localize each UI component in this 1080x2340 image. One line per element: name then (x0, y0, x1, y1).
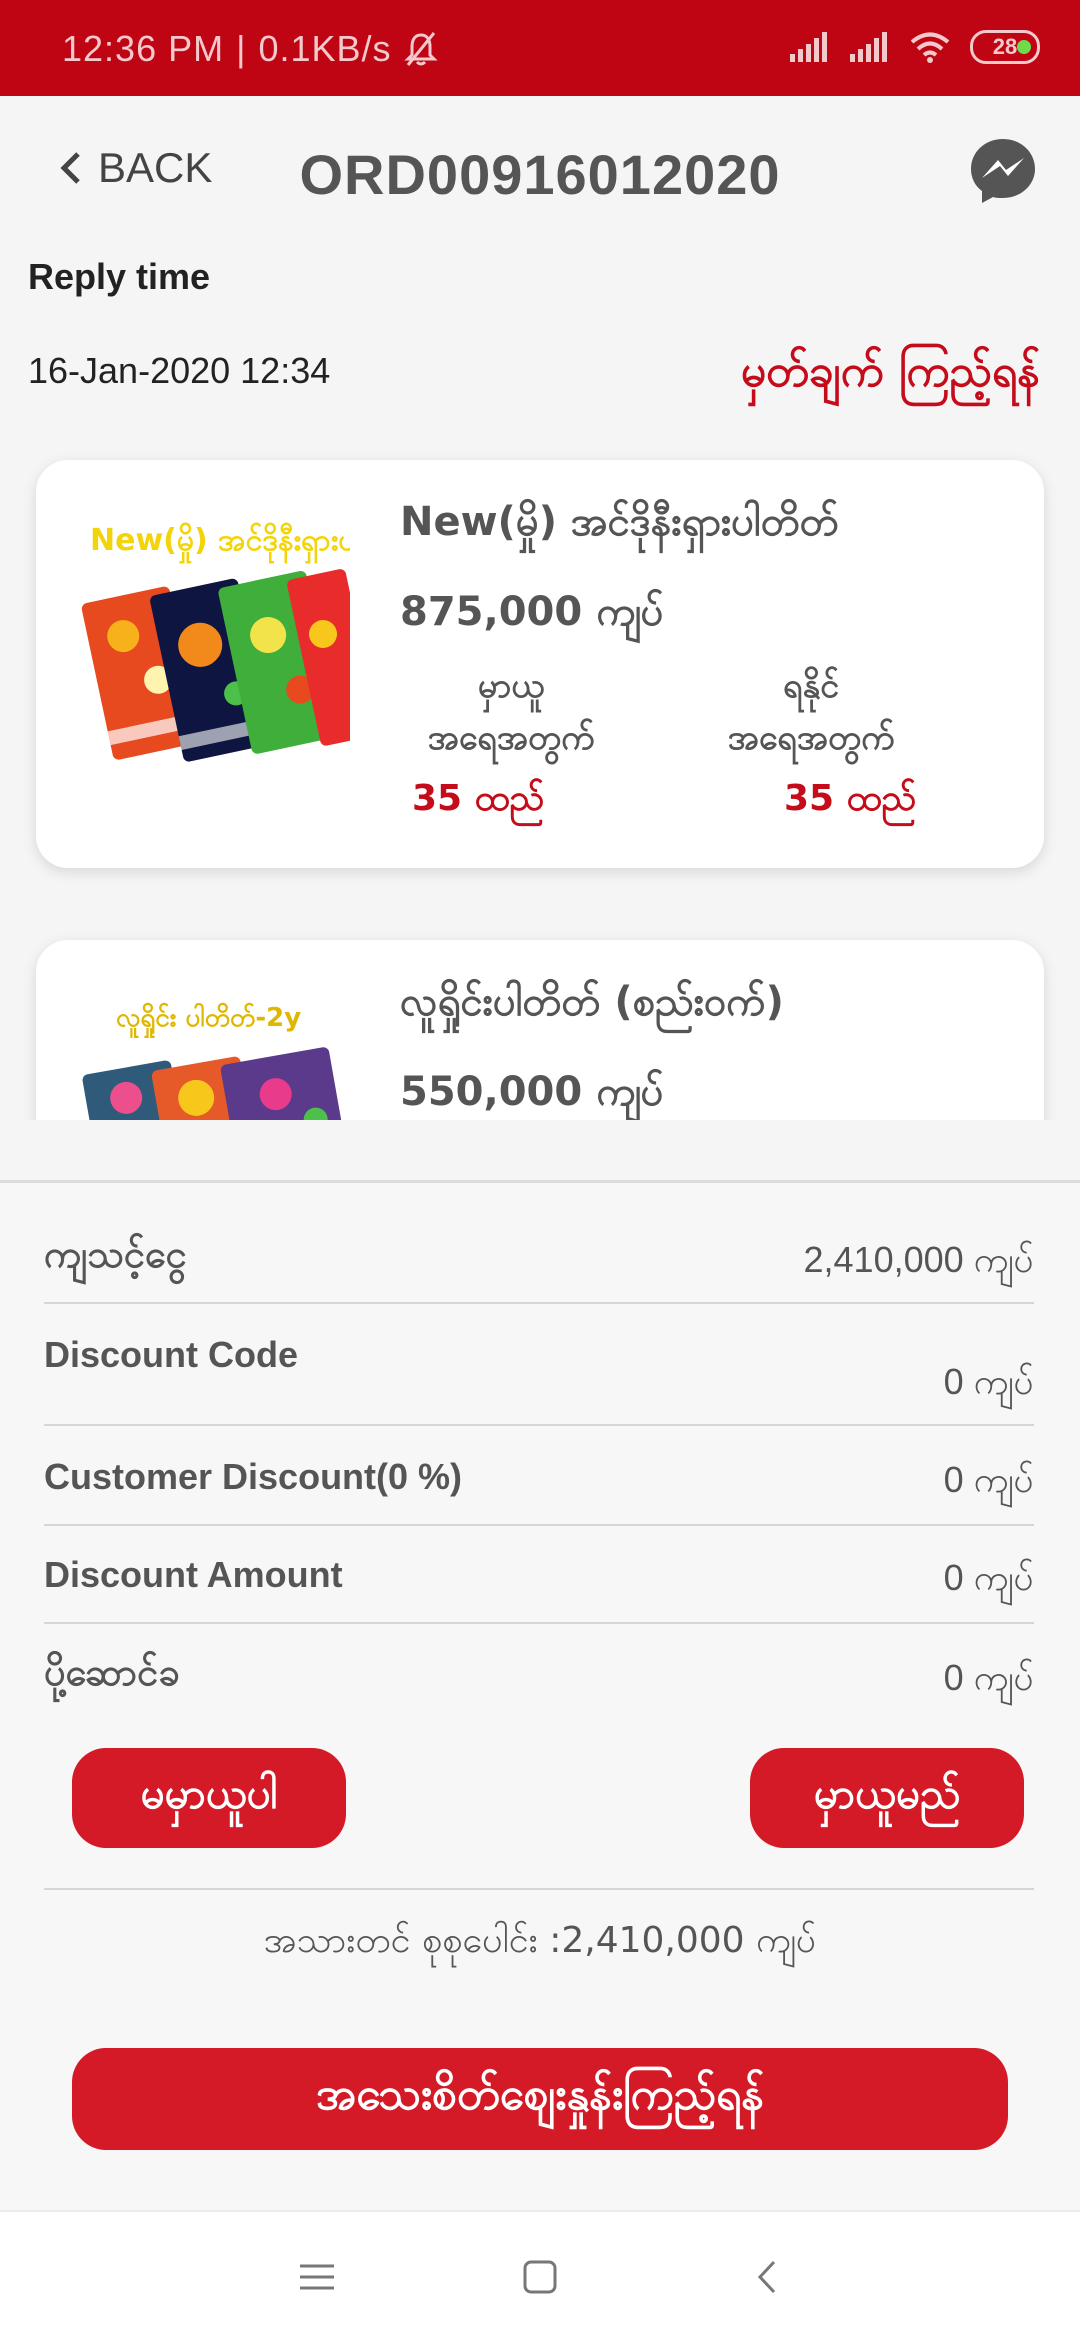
product-name: New(မှို) အင်ဒိုနီးရှားပါတိတ် (400, 499, 839, 545)
thumbnail-caption: လူရှိုင်း ပါတိတ်-2y (116, 1003, 302, 1033)
reply-datetime: 16-Jan-2020 12:34 (28, 350, 331, 391)
product-thumbnail: လူရှိုင်း ပါတိတ်-2y (76, 1000, 350, 1120)
discount-amount-value: 0 ကျပ် (943, 1557, 1034, 1598)
page-title: ORD00916012020 (299, 143, 781, 206)
home-square-icon[interactable] (515, 2252, 565, 2302)
status-time: 12:36 PM (62, 28, 225, 69)
summary-row-delivery-fee: ပို့ဆောင်ခ 0 ကျပ် (44, 1624, 1034, 1724)
ordered-label-line-2: အရေအတွက် (427, 718, 595, 758)
product-name: လူရှိုင်းပါတိတ် (စည်းဝက်) (400, 979, 784, 1025)
back-triangle-icon[interactable] (742, 2252, 792, 2302)
available-label-line-2: အရေအတွက် (727, 718, 895, 758)
ordered-quantity-label: မှာယူ အရေအတွက် (396, 660, 626, 764)
product-card[interactable]: လူရှိုင်း ပါတိတ်-2y လူရှိုင်းပါတိတ် (စည်… (36, 940, 1044, 1120)
delivery-fee-label: ပို့ဆောင်ခ (44, 1650, 180, 1694)
product-card[interactable]: New(မှို) အင်ဒိုနီးရှားပ New(မှို) အင်ဒိ… (36, 460, 1044, 868)
summary-row-discount-code: Discount Code 0 ကျပ် (44, 1304, 1034, 1426)
ordered-quantity-value: 35 ထည် (412, 778, 545, 819)
messenger-icon[interactable] (968, 136, 1038, 206)
discount-code-label: Discount Code (44, 1334, 299, 1375)
summary-row-discount-amount: Discount Amount 0 ကျပ် (44, 1526, 1034, 1624)
system-navigation-bar (0, 2210, 1080, 2340)
thumbnail-caption: New(မှို) အင်ဒိုနီးရှားပ (90, 523, 350, 558)
ordered-label-line-1: မှာယူ (477, 666, 545, 706)
customer-discount-label: Customer Discount(0 %) (44, 1456, 463, 1497)
status-separator: | (236, 28, 247, 69)
muted-bell-icon (403, 32, 438, 66)
header: BACK ORD00916012020 (0, 96, 1080, 256)
battery-level: 28 (992, 34, 1018, 59)
discount-amount-label: Discount Amount (44, 1554, 343, 1595)
summary-divider (44, 1888, 1034, 1890)
status-right: 28 (790, 30, 1040, 64)
reject-order-button[interactable]: မမှာယူပါ (72, 1748, 346, 1848)
discount-code-value: 0 ကျပ် (943, 1361, 1034, 1402)
reply-time-label: Reply time (28, 256, 211, 297)
signal-icon-1 (790, 32, 827, 62)
status-bar: 12:36 PM | 0.1KB/s 28 (0, 0, 1080, 96)
available-label-line-1: ရနိုင် (783, 666, 839, 706)
available-quantity-value: 35 ထည် (784, 778, 917, 819)
customer-discount-value: 0 ကျပ် (943, 1459, 1034, 1500)
battery-indicator: 28 (970, 30, 1040, 64)
charging-dot (1017, 40, 1031, 54)
view-notes-link[interactable]: မှတ်ချက် ကြည့်ရန် (741, 344, 1040, 408)
available-quantity-label: ရနိုင် အရေအတွက် (696, 660, 926, 764)
menu-icon[interactable] (292, 2252, 342, 2302)
summary-row-customer-discount: Customer Discount(0 %) 0 ကျပ် (44, 1426, 1034, 1526)
payable-value: 2,410,000 ကျပ် (803, 1239, 1034, 1280)
signal-icon-2 (850, 32, 887, 62)
view-price-detail-button[interactable]: အသေးစိတ်စျေးနှုန်းကြည့်ရန် (72, 2048, 1008, 2150)
status-left: 12:36 PM | 0.1KB/s (62, 28, 438, 70)
network-speed: 0.1KB/s (258, 28, 392, 69)
product-list[interactable]: New(မှို) အင်ဒိုနီးရှားပ New(မှို) အင်ဒိ… (0, 430, 1080, 1120)
summary-row-payable: ကျသင့်ငွေ 2,410,000 ကျပ် (44, 1200, 1034, 1304)
payable-label: ကျသင့်ငွေ (44, 1232, 187, 1276)
wifi-icon (910, 32, 950, 63)
product-price: 875,000 ကျပ် (400, 589, 664, 635)
delivery-fee-value: 0 ကျပ် (943, 1657, 1034, 1698)
accept-order-button[interactable]: မှာယူမည် (750, 1748, 1024, 1848)
net-total: အသားတင် စုစုပေါင်း :2,410,000 ကျပ် (263, 1920, 817, 1961)
product-price: 550,000 ကျပ် (400, 1069, 664, 1115)
product-thumbnail: New(မှို) အင်ဒိုနီးရှားပ (76, 520, 350, 770)
